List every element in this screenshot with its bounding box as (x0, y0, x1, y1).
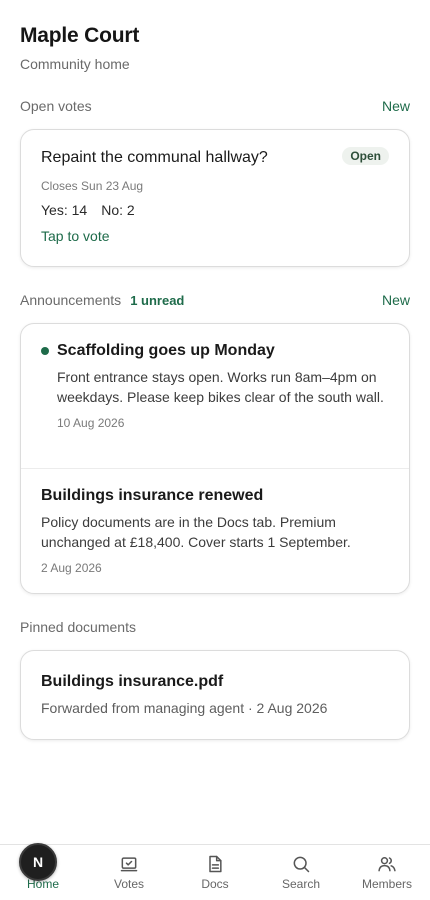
tab-search[interactable]: Search (258, 845, 344, 900)
announcement-date: 10 Aug 2026 (57, 416, 125, 430)
tab-label: Votes (113, 877, 145, 891)
tab-label: Search (281, 877, 321, 891)
document-meta: Forwarded from managing agent · 2 Aug 20… (41, 700, 328, 716)
document-title: Buildings insurance.pdf (41, 673, 224, 690)
new-announcement-button[interactable]: New (382, 292, 410, 308)
announcement-item[interactable]: Scaffolding goes up Monday Front entranc… (21, 324, 409, 469)
announcement-title: Scaffolding goes up Monday (57, 342, 275, 359)
pinned-docs-label: Pinned documents (20, 619, 136, 635)
yes-count: Yes: 14 (41, 202, 88, 218)
announcement-title: Buildings insurance renewed (41, 487, 264, 504)
vote-title: Repaint the communal hallway? (41, 149, 268, 166)
vote-closes: Closes Sun 23 Aug (41, 179, 144, 193)
tab-docs[interactable]: Docs (172, 845, 258, 900)
announcement-title-row: Scaffolding goes up Monday (41, 342, 389, 360)
announcements-card: Scaffolding goes up Monday Front entranc… (20, 323, 410, 594)
unread-badge: 1 unread (130, 292, 185, 308)
ballot-check-icon (120, 857, 138, 872)
open-votes-label: Open votes (20, 98, 92, 114)
unread-dot-icon (41, 347, 49, 355)
bottom-tab-bar: Home Votes Docs Search Members (0, 844, 430, 900)
new-vote-button[interactable]: New (382, 98, 410, 114)
tap-to-vote-link[interactable]: Tap to vote (41, 228, 389, 244)
announcement-date: 2 Aug 2026 (41, 561, 102, 575)
pinned-docs-header: Pinned documents (20, 619, 410, 635)
members-icon (378, 857, 396, 872)
search-icon (293, 856, 310, 873)
page-title: Maple Court (20, 24, 140, 47)
page-subtitle: Community home (20, 56, 130, 72)
avatar[interactable]: N (19, 843, 57, 881)
pinned-document-card[interactable]: Buildings insurance.pdf Forwarded from m… (20, 650, 410, 740)
status-badge: Open (342, 147, 389, 165)
open-votes-header: Open votes New (20, 98, 410, 114)
announcements-header: Announcements 1 unread New (20, 292, 410, 308)
vote-card[interactable]: Repaint the communal hallway? Open Close… (20, 129, 410, 267)
announcement-body: Front entrance stays open. Works run 8am… (57, 369, 384, 405)
tab-members[interactable]: Members (344, 845, 430, 900)
announcements-label: Announcements (20, 292, 122, 308)
tab-label: Members (361, 877, 412, 891)
tab-label: Docs (201, 877, 229, 891)
vote-counts: Yes: 14 No: 2 (41, 202, 389, 218)
page-header: Maple Court Community home (20, 24, 139, 72)
document-icon (209, 855, 222, 873)
no-count: No: 2 (101, 202, 135, 218)
tab-votes[interactable]: Votes (86, 845, 172, 900)
announcement-item[interactable]: Buildings insurance renewed Policy docum… (21, 469, 409, 575)
announcement-body: Policy documents are in the Docs tab. Pr… (41, 514, 351, 550)
